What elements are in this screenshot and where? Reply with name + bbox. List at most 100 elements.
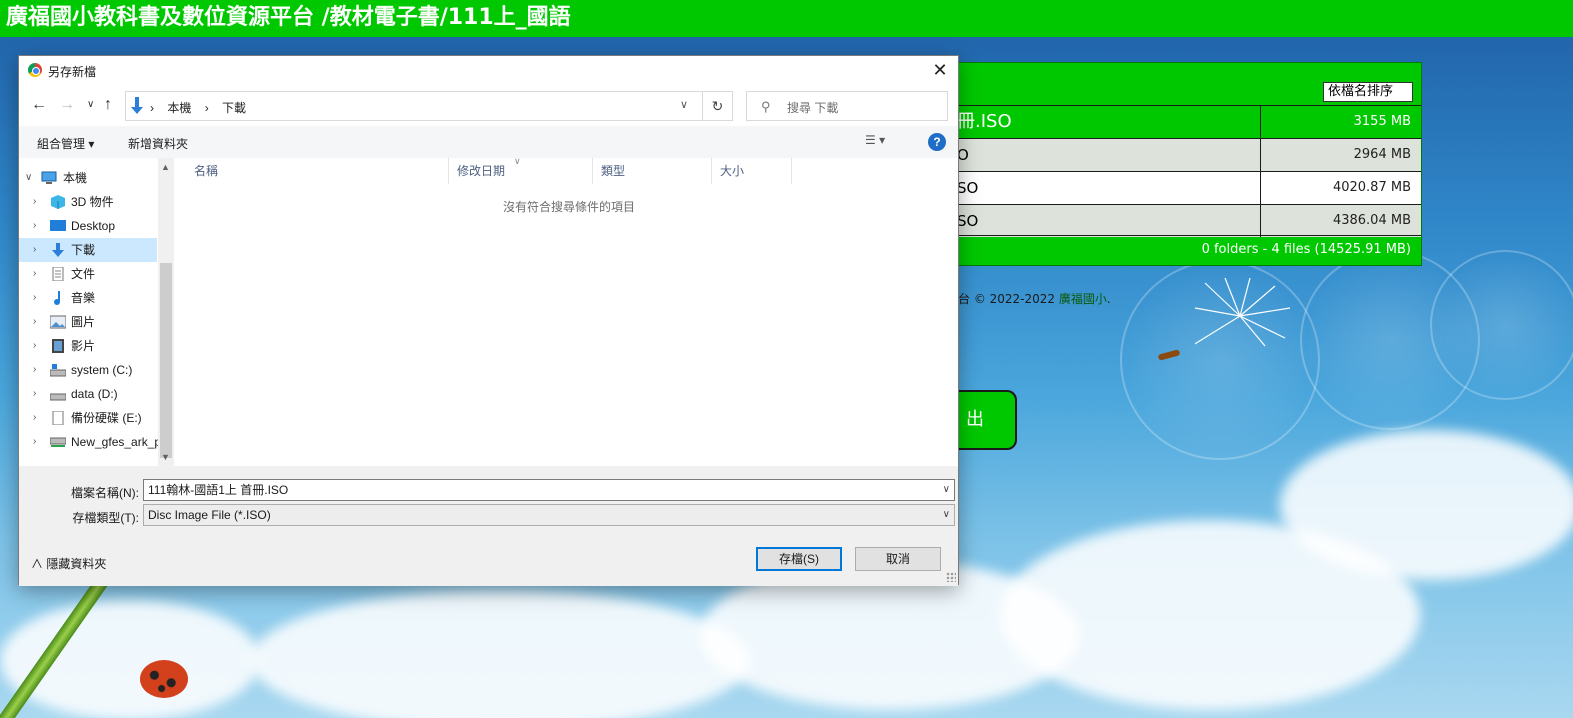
cancel-button[interactable]: 取消 (855, 547, 941, 571)
search-icon: ⚲ (761, 99, 771, 114)
filetype-select[interactable]: Disc Image File (*.ISO) ∨ (143, 504, 955, 526)
chevron-right-icon[interactable]: › (33, 190, 36, 214)
video-icon (52, 339, 64, 353)
view-options-icon[interactable]: ☰ ▾ (865, 133, 885, 147)
organize-button[interactable]: 組合管理 ▾ (37, 135, 94, 152)
column-header-size[interactable]: 大小 (712, 158, 792, 184)
dandelion-image (1195, 278, 1291, 347)
chevron-down-icon[interactable]: ∨ (680, 98, 688, 111)
column-header-name[interactable]: 名稱 (186, 158, 449, 184)
breadcrumb-separator: › (150, 101, 154, 115)
address-bar[interactable]: › 本機 › 下載 ∨ ↻ (125, 91, 733, 121)
sidebar-item-3d-objects[interactable]: › 3D 物件 (19, 190, 157, 214)
sidebar-item-documents[interactable]: › 文件 (19, 262, 157, 286)
chevron-right-icon[interactable]: › (33, 358, 36, 382)
empty-message: 沒有符合搜尋條件的項目 (502, 200, 635, 214)
navigation-bar: ← → ∨ ↑ › 本機 › 下載 ∨ ↻ ⚲ 搜尋 下載 (19, 86, 958, 126)
drive-icon (52, 411, 64, 425)
breadcrumb-item[interactable]: 下載 (222, 101, 246, 115)
file-size: 2964 MB (1353, 147, 1411, 162)
sidebar-item-drive-c[interactable]: › system (C:) (19, 358, 157, 382)
breadcrumb-item[interactable]: 本機 (167, 101, 191, 115)
sidebar-item-downloads[interactable]: › 下載 (19, 238, 157, 262)
file-name[interactable]: 冊.ISO (941, 106, 1261, 138)
back-arrow-icon[interactable]: ← (31, 96, 47, 114)
sidebar-item-label: 音樂 (71, 291, 96, 305)
file-name[interactable]: SO (941, 205, 1261, 237)
column-header-type[interactable]: 類型 (593, 158, 712, 184)
up-arrow-icon[interactable]: ↑ (104, 96, 112, 114)
hide-folders-toggle[interactable]: ∧ 隱藏資料夾 (31, 555, 106, 572)
file-size: 4020.87 MB (1332, 180, 1411, 195)
resize-grip[interactable] (946, 572, 956, 582)
filetype-value: Disc Image File (*.ISO) (148, 508, 271, 522)
chevron-right-icon[interactable]: › (33, 214, 36, 238)
school-link[interactable]: 廣福國小 (1059, 292, 1107, 306)
computer-icon (41, 171, 57, 184)
file-summary: 0 folders - 4 files (14525.91 MB) (941, 235, 1421, 265)
lens-flare (1430, 250, 1573, 400)
chevron-down-icon[interactable]: ∨ (943, 480, 950, 500)
chevron-down-icon[interactable]: ∨ (25, 166, 32, 190)
chevron-right-icon[interactable]: › (33, 238, 36, 262)
dialog-title: 另存新檔 (48, 65, 97, 79)
save-button[interactable]: 存檔(S) (756, 547, 842, 571)
chevron-right-icon[interactable]: › (33, 310, 36, 334)
pictures-icon (50, 315, 66, 329)
3d-objects-icon (51, 195, 65, 209)
sidebar-item-desktop[interactable]: › Desktop (19, 214, 157, 238)
sidebar-item-label: data (D:) (71, 387, 118, 401)
column-header-date[interactable]: 修改日期 (449, 158, 593, 184)
forward-arrow-icon[interactable]: → (59, 96, 75, 114)
sidebar-item-label: 文件 (71, 267, 96, 281)
chevron-right-icon[interactable]: › (33, 382, 36, 406)
sidebar-item-drive-d[interactable]: › data (D:) (19, 382, 157, 406)
sort-select[interactable]: 依檔名排序 (1323, 82, 1413, 102)
file-row[interactable]: O 2964 MB (941, 138, 1421, 171)
file-row[interactable]: 冊.ISO 3155 MB (941, 105, 1421, 138)
sidebar-item-label: New_gfes_ark_p (71, 435, 162, 449)
scroll-down-arrow-icon[interactable]: ▼ (161, 452, 170, 462)
copyright-text: 台 © 2022-2022 (958, 292, 1056, 306)
sidebar-item-drive-e[interactable]: › 備份硬碟 (E:) (19, 406, 157, 430)
sidebar-item-this-pc[interactable]: ∨ 本機 (19, 166, 157, 190)
sidebar-item-network-drive[interactable]: › New_gfes_ark_p (19, 430, 161, 454)
new-folder-button[interactable]: 新增資料夾 (128, 135, 188, 152)
sidebar-item-label: 下載 (71, 243, 96, 257)
file-name[interactable]: O (941, 139, 1261, 171)
page-title: 廣福國小教科書及數位資源平台 /教材電子書/111上_國語 (0, 0, 1573, 37)
sidebar-item-music[interactable]: › 音樂 (19, 286, 157, 310)
sidebar-scrollbar[interactable]: ▲ ▼ (158, 158, 174, 466)
save-as-dialog: 另存新檔 ✕ ← → ∨ ↑ › 本機 › 下載 ∨ ↻ ⚲ 搜尋 下載 組合管… (18, 55, 959, 586)
chevron-right-icon[interactable]: › (33, 430, 36, 454)
chevron-right-icon[interactable]: › (33, 406, 36, 430)
chevron-right-icon[interactable]: › (33, 262, 36, 286)
network-drive-icon (50, 437, 66, 447)
chevron-right-icon[interactable]: › (33, 334, 36, 358)
sidebar-item-videos[interactable]: › 影片 (19, 334, 157, 358)
file-row[interactable]: SO 4386.04 MB (941, 204, 1421, 237)
filetype-label: 存檔類型(T): (72, 511, 139, 525)
chrome-icon (28, 63, 42, 77)
document-icon (52, 267, 64, 281)
recent-locations-chevron-icon[interactable]: ∨ (87, 99, 94, 110)
close-button[interactable]: ✕ (928, 59, 952, 83)
chevron-right-icon[interactable]: › (33, 286, 36, 310)
scroll-up-arrow-icon[interactable]: ▲ (161, 162, 170, 172)
refresh-button[interactable]: ↻ (702, 92, 732, 120)
filename-field[interactable]: 111翰林-國語1上 首冊.ISO ∨ (143, 479, 955, 501)
file-row[interactable]: SO 4020.87 MB (941, 171, 1421, 204)
search-box[interactable]: ⚲ 搜尋 下載 (746, 91, 948, 121)
sidebar-item-label: 本機 (63, 171, 88, 185)
chevron-down-icon[interactable]: ∨ (943, 505, 950, 525)
copyright: 台 © 2022-2022 廣福國小. (958, 292, 1111, 306)
file-name[interactable]: SO (941, 172, 1261, 204)
sidebar-item-label: 3D 物件 (71, 195, 114, 209)
hide-folders-label: 隱藏資料夾 (46, 557, 107, 571)
file-list-area[interactable]: 名稱 修改日期 類型 大小 ∨ 沒有符合搜尋條件的項目 (174, 156, 958, 466)
sidebar-item-pictures[interactable]: › 圖片 (19, 310, 157, 334)
scrollbar-thumb[interactable] (160, 263, 172, 458)
help-icon[interactable]: ? (928, 133, 946, 151)
desktop-icon (50, 220, 66, 231)
file-size: 3155 MB (1353, 114, 1411, 129)
